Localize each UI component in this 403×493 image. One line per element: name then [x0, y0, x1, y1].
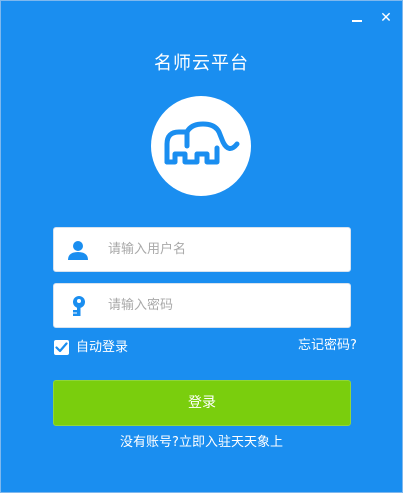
register-link[interactable]: 没有账号?立即入驻天天象上: [1, 434, 402, 452]
app-title: 名师云平台: [154, 53, 249, 74]
password-input[interactable]: [108, 284, 338, 327]
auto-login-checkbox[interactable]: [54, 340, 69, 355]
elephant-logo: [151, 96, 251, 196]
user-icon: [68, 241, 88, 260]
username-input[interactable]: [108, 228, 338, 271]
check-icon: [55, 342, 68, 353]
minimize-button[interactable]: [348, 10, 366, 28]
close-button[interactable]: ✕: [377, 10, 395, 28]
forgot-password-link[interactable]: 忘记密码?: [298, 337, 357, 355]
close-icon: ✕: [380, 10, 392, 26]
password-field[interactable]: [53, 283, 351, 328]
elephant-icon: [164, 121, 240, 165]
key-icon: [73, 296, 85, 316]
username-field[interactable]: [53, 227, 351, 272]
login-button[interactable]: 登录: [53, 380, 351, 426]
login-window: ✕ 名师云平台 自动登录 忘记密: [0, 0, 403, 493]
minimize-icon: [352, 20, 362, 22]
auto-login-label: 自动登录: [76, 340, 129, 355]
